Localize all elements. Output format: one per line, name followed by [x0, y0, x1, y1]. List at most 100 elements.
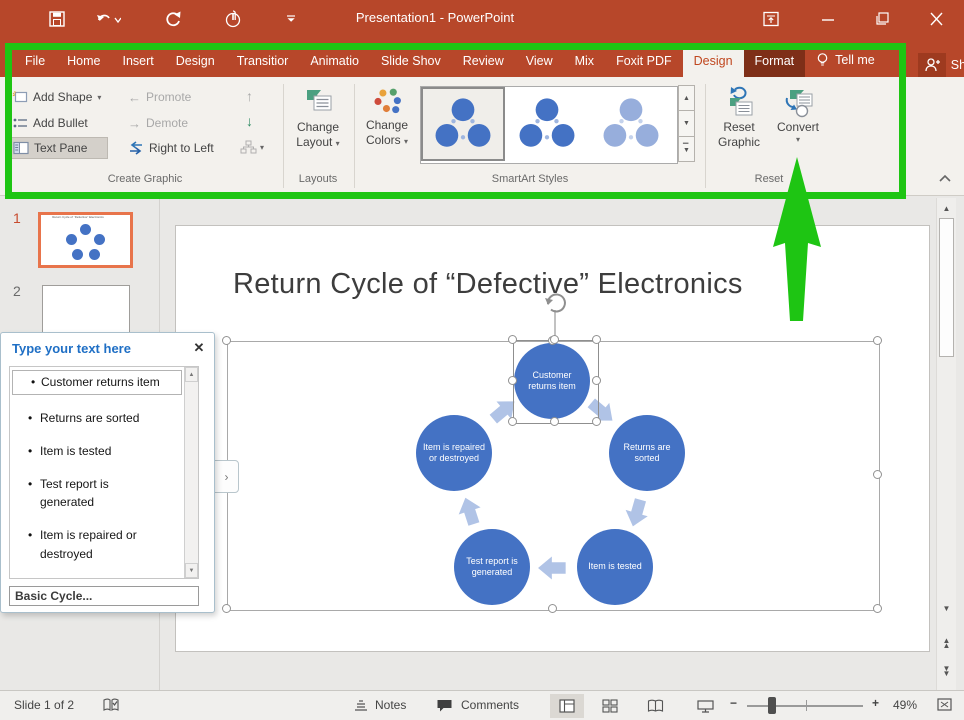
reading-view-button[interactable]: [638, 694, 672, 718]
resize-handle[interactable]: [548, 604, 557, 613]
resize-handle[interactable]: [873, 604, 882, 613]
diagram-node-item-repaired[interactable]: Item is repaired or destroyed: [416, 415, 492, 491]
collapse-ribbon-button[interactable]: [938, 172, 956, 188]
gallery-scroll-down-button[interactable]: ▼: [678, 110, 695, 136]
add-bullet-button[interactable]: Add Bullet: [12, 112, 88, 134]
slide-show-button[interactable]: [688, 694, 722, 718]
zoom-in-button[interactable]: +: [872, 696, 879, 710]
scroll-down-arrow-icon[interactable]: ▼: [939, 604, 954, 613]
scroll-up-button[interactable]: ▲: [185, 367, 198, 382]
bullet-item[interactable]: Item is repaired or destroyed: [10, 524, 144, 565]
normal-view-button[interactable]: [550, 694, 584, 718]
shape-resize-handle[interactable]: [508, 417, 517, 426]
restore-button[interactable]: [874, 9, 891, 29]
org-chart-layout-button[interactable]: ▾: [240, 140, 264, 155]
tab-home[interactable]: Home: [56, 46, 111, 77]
notes-button[interactable]: Notes: [375, 698, 406, 712]
tab-file[interactable]: File: [14, 46, 56, 77]
smartart-style-option-selected[interactable]: [421, 87, 505, 161]
change-layout-button[interactable]: Change Layout ▾: [288, 86, 348, 150]
right-to-left-button[interactable]: Right to Left: [128, 137, 214, 159]
text-pane-expand-tab[interactable]: ›: [214, 460, 239, 493]
diagram-node-item-tested[interactable]: Item is tested: [577, 529, 653, 605]
demote-button[interactable]: → Demote: [128, 112, 188, 134]
tab-foxit-pdf[interactable]: Foxit PDF: [605, 46, 683, 77]
shape-resize-handle[interactable]: [592, 417, 601, 426]
tab-smartart-format[interactable]: Format: [744, 46, 806, 77]
text-pane-layout-name[interactable]: Basic Cycle...: [9, 586, 199, 606]
ribbon-display-options-icon[interactable]: [762, 9, 780, 29]
undo-button[interactable]: [95, 9, 121, 29]
resize-handle[interactable]: [222, 336, 231, 345]
shape-resize-handle[interactable]: [508, 335, 517, 344]
shape-resize-handle[interactable]: [550, 335, 559, 344]
previous-slide-button[interactable]: ▲▲: [939, 638, 954, 648]
tab-review[interactable]: Review: [452, 46, 515, 77]
shape-resize-handle[interactable]: [592, 335, 601, 344]
fit-slide-to-window-button[interactable]: [936, 697, 953, 715]
tab-animations[interactable]: Animatio: [299, 46, 370, 77]
comments-button[interactable]: Comments: [461, 698, 519, 712]
slide-indicator[interactable]: Slide 1 of 2: [14, 698, 74, 712]
reset-graphic-button[interactable]: Reset Graphic: [710, 86, 768, 150]
gallery-scroll-up-button[interactable]: ▲: [678, 85, 695, 111]
tab-mix[interactable]: Mix: [564, 46, 605, 77]
group-separator: [354, 84, 355, 188]
tab-smartart-design-active[interactable]: Design: [683, 46, 744, 77]
tab-insert[interactable]: Insert: [112, 46, 165, 77]
slide-1-thumbnail[interactable]: Return Cycle of “Defective” Electronics: [38, 212, 133, 268]
diagram-node-returns-sorted[interactable]: Returns are sorted: [609, 415, 685, 491]
shape-resize-handle[interactable]: [508, 376, 517, 385]
resize-handle[interactable]: [222, 604, 231, 613]
tab-design[interactable]: Design: [165, 46, 226, 77]
proofing-status-icon[interactable]: [102, 697, 120, 716]
smartart-style-option[interactable]: [505, 87, 589, 161]
resize-handle[interactable]: [873, 336, 882, 345]
gallery-more-button[interactable]: ▔▼: [678, 136, 695, 162]
shape-resize-handle[interactable]: [550, 417, 559, 426]
zoom-slider-thumb[interactable]: [768, 697, 776, 714]
slide-2-thumbnail[interactable]: [42, 285, 130, 337]
text-pane-close-button[interactable]: ✕: [191, 340, 207, 356]
group-separator: [705, 84, 706, 188]
zoom-out-button[interactable]: −: [730, 696, 737, 710]
zoom-slider-track[interactable]: [747, 705, 863, 707]
zoom-slider-center-tick: [806, 700, 807, 711]
next-slide-button[interactable]: ▼▼: [939, 666, 954, 676]
smartart-style-option[interactable]: [589, 87, 673, 161]
scrollbar-thumb[interactable]: [939, 218, 954, 357]
shape-resize-handle[interactable]: [592, 376, 601, 385]
slide-title[interactable]: Return Cycle of “Defective” Electronics: [233, 268, 853, 301]
diagram-node-test-report[interactable]: Test report is generated: [454, 529, 530, 605]
bullet-item[interactable]: Item is tested: [10, 440, 144, 463]
tab-tell-me[interactable]: Tell me: [805, 44, 886, 77]
vertical-scrollbar[interactable]: ▲ ▼ ▲▲ ▼▼: [936, 198, 956, 690]
text-pane-scrollbar[interactable]: ▲ ▼: [184, 367, 198, 578]
move-up-button[interactable]: ↑: [246, 88, 253, 104]
save-icon[interactable]: [48, 9, 66, 29]
zoom-level[interactable]: 49%: [893, 698, 917, 712]
tab-view[interactable]: View: [515, 46, 564, 77]
tab-transitions[interactable]: Transitior: [226, 46, 300, 77]
minimize-button[interactable]: [820, 9, 836, 29]
scroll-down-button[interactable]: ▼: [185, 563, 198, 578]
add-shape-button[interactable]: Add Shape ▾: [12, 86, 101, 108]
share-button[interactable]: Share: [918, 53, 964, 77]
resize-handle[interactable]: [873, 470, 882, 479]
change-colors-button[interactable]: Change Colors ▾: [358, 86, 416, 148]
bullet-item-selected[interactable]: Customer returns item: [12, 370, 182, 395]
tab-slide-show[interactable]: Slide Shov: [370, 46, 452, 77]
share-icon: [918, 53, 946, 77]
scroll-up-arrow-icon[interactable]: ▲: [939, 204, 954, 213]
gallery-scroll-buttons: ▲ ▼ ▔▼: [678, 86, 695, 162]
bullet-item[interactable]: Test report is generated: [10, 473, 144, 514]
change-colors-icon: [372, 86, 402, 118]
slide-sorter-view-button[interactable]: [593, 694, 627, 718]
bullet-item[interactable]: Returns are sorted: [10, 407, 144, 430]
promote-button[interactable]: ← Promote: [128, 86, 191, 108]
close-button[interactable]: [928, 9, 945, 29]
convert-button[interactable]: Convert ▾: [770, 86, 826, 145]
move-down-button[interactable]: ↓: [246, 113, 253, 129]
text-pane-toggle-button[interactable]: Text Pane: [8, 137, 108, 159]
redo-icon[interactable]: [163, 9, 183, 29]
